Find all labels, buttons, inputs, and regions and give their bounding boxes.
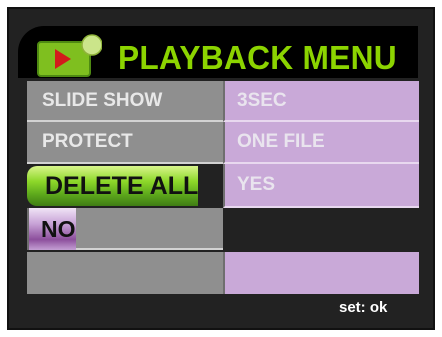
menu-item-delete-all[interactable]: DELETE ALL <box>27 166 199 206</box>
set-ok-hint: set: ok <box>339 299 388 316</box>
menu-table: SLIDE SHOW 3SEC PROTECT ONE FILE DELETE … <box>27 81 419 294</box>
option-empty <box>223 252 419 294</box>
option-yes[interactable]: YES <box>223 164 419 208</box>
menu-item-empty <box>27 252 223 294</box>
menu-item-slide-show[interactable]: SLIDE SHOW <box>27 81 223 122</box>
menu-title: PLAYBACK MENU <box>118 39 397 76</box>
menu-item-protect[interactable]: PROTECT <box>27 122 223 164</box>
option-slide-show-value[interactable]: 3SEC <box>223 81 419 122</box>
playback-icon <box>37 34 102 77</box>
option-no[interactable]: NO <box>27 208 76 250</box>
option-protect-value[interactable]: ONE FILE <box>223 122 419 164</box>
